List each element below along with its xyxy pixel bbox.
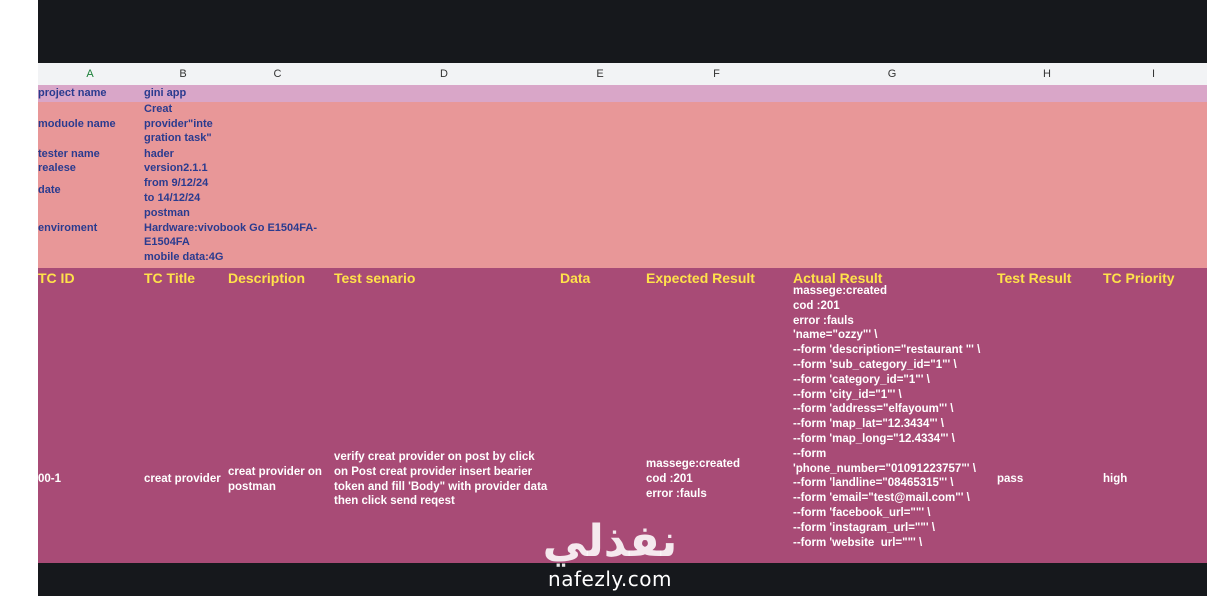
header-tc-priority[interactable]: TC Priority <box>1103 270 1175 286</box>
cell-expected-result[interactable]: massege:created cod :201 error :fauls <box>646 457 740 501</box>
cell-tc-title[interactable]: creat provider <box>144 472 221 487</box>
column-header-g[interactable]: G <box>790 68 994 80</box>
column-header-e[interactable]: E <box>557 68 643 80</box>
header-tc-title[interactable]: TC Title <box>144 270 195 286</box>
environment-value[interactable]: postman Hardware:vivobook Go E1504FA- E1… <box>144 206 317 264</box>
spreadsheet: A B C D E F G H I project name gini app … <box>38 63 1207 563</box>
project-name-row <box>38 85 1207 102</box>
module-name-label[interactable]: moduole name <box>38 118 116 130</box>
tester-name-value[interactable]: hader <box>144 147 174 162</box>
watermark-domain: nafezly.com <box>548 567 672 591</box>
module-name-value[interactable]: Creat provider"inte gration task" <box>144 102 213 146</box>
column-header-h[interactable]: H <box>994 68 1100 80</box>
column-header-d[interactable]: D <box>331 68 557 80</box>
header-data[interactable]: Data <box>560 270 590 286</box>
watermark-arabic-logo: نفذلي <box>542 516 678 567</box>
tester-name-label[interactable]: tester name <box>38 148 100 160</box>
release-value[interactable]: version2.1.1 <box>144 161 208 176</box>
nafezly-watermark: نفذلي nafezly.com <box>520 518 700 598</box>
column-header-f[interactable]: F <box>643 68 790 80</box>
cell-tc-id[interactable]: 00-1 <box>38 472 61 487</box>
cell-test-scenario[interactable]: verify creat provider on post by click o… <box>334 450 547 509</box>
column-header-i[interactable]: I <box>1100 68 1207 80</box>
header-test-scenario[interactable]: Test senario <box>334 270 415 286</box>
header-description[interactable]: Description <box>228 270 305 286</box>
project-name-label[interactable]: project name <box>38 87 106 99</box>
cell-test-result[interactable]: pass <box>997 472 1023 487</box>
column-header-b[interactable]: B <box>142 68 224 80</box>
column-header-c[interactable]: C <box>224 68 331 80</box>
environment-label[interactable]: enviroment <box>38 222 97 234</box>
column-header-row: A B C D E F G H I <box>38 63 1207 86</box>
cell-tc-priority[interactable]: high <box>1103 472 1127 487</box>
header-expected-result[interactable]: Expected Result <box>646 270 755 286</box>
project-name-value[interactable]: gini app <box>144 87 186 99</box>
cell-actual-result[interactable]: massege:created cod :201 error :fauls 'n… <box>793 284 980 563</box>
column-header-a[interactable]: A <box>38 68 142 80</box>
cell-description[interactable]: creat provider on postman <box>228 465 322 495</box>
header-test-result[interactable]: Test Result <box>997 270 1071 286</box>
date-value[interactable]: from 9/12/24 to 14/12/24 <box>144 176 208 205</box>
project-info-block: project name gini app moduole name Creat… <box>38 85 1207 268</box>
header-tc-id[interactable]: TC ID <box>38 270 75 286</box>
top-dark-bar <box>38 0 1207 63</box>
date-label[interactable]: date <box>38 184 61 196</box>
release-label[interactable]: realese <box>38 162 76 174</box>
